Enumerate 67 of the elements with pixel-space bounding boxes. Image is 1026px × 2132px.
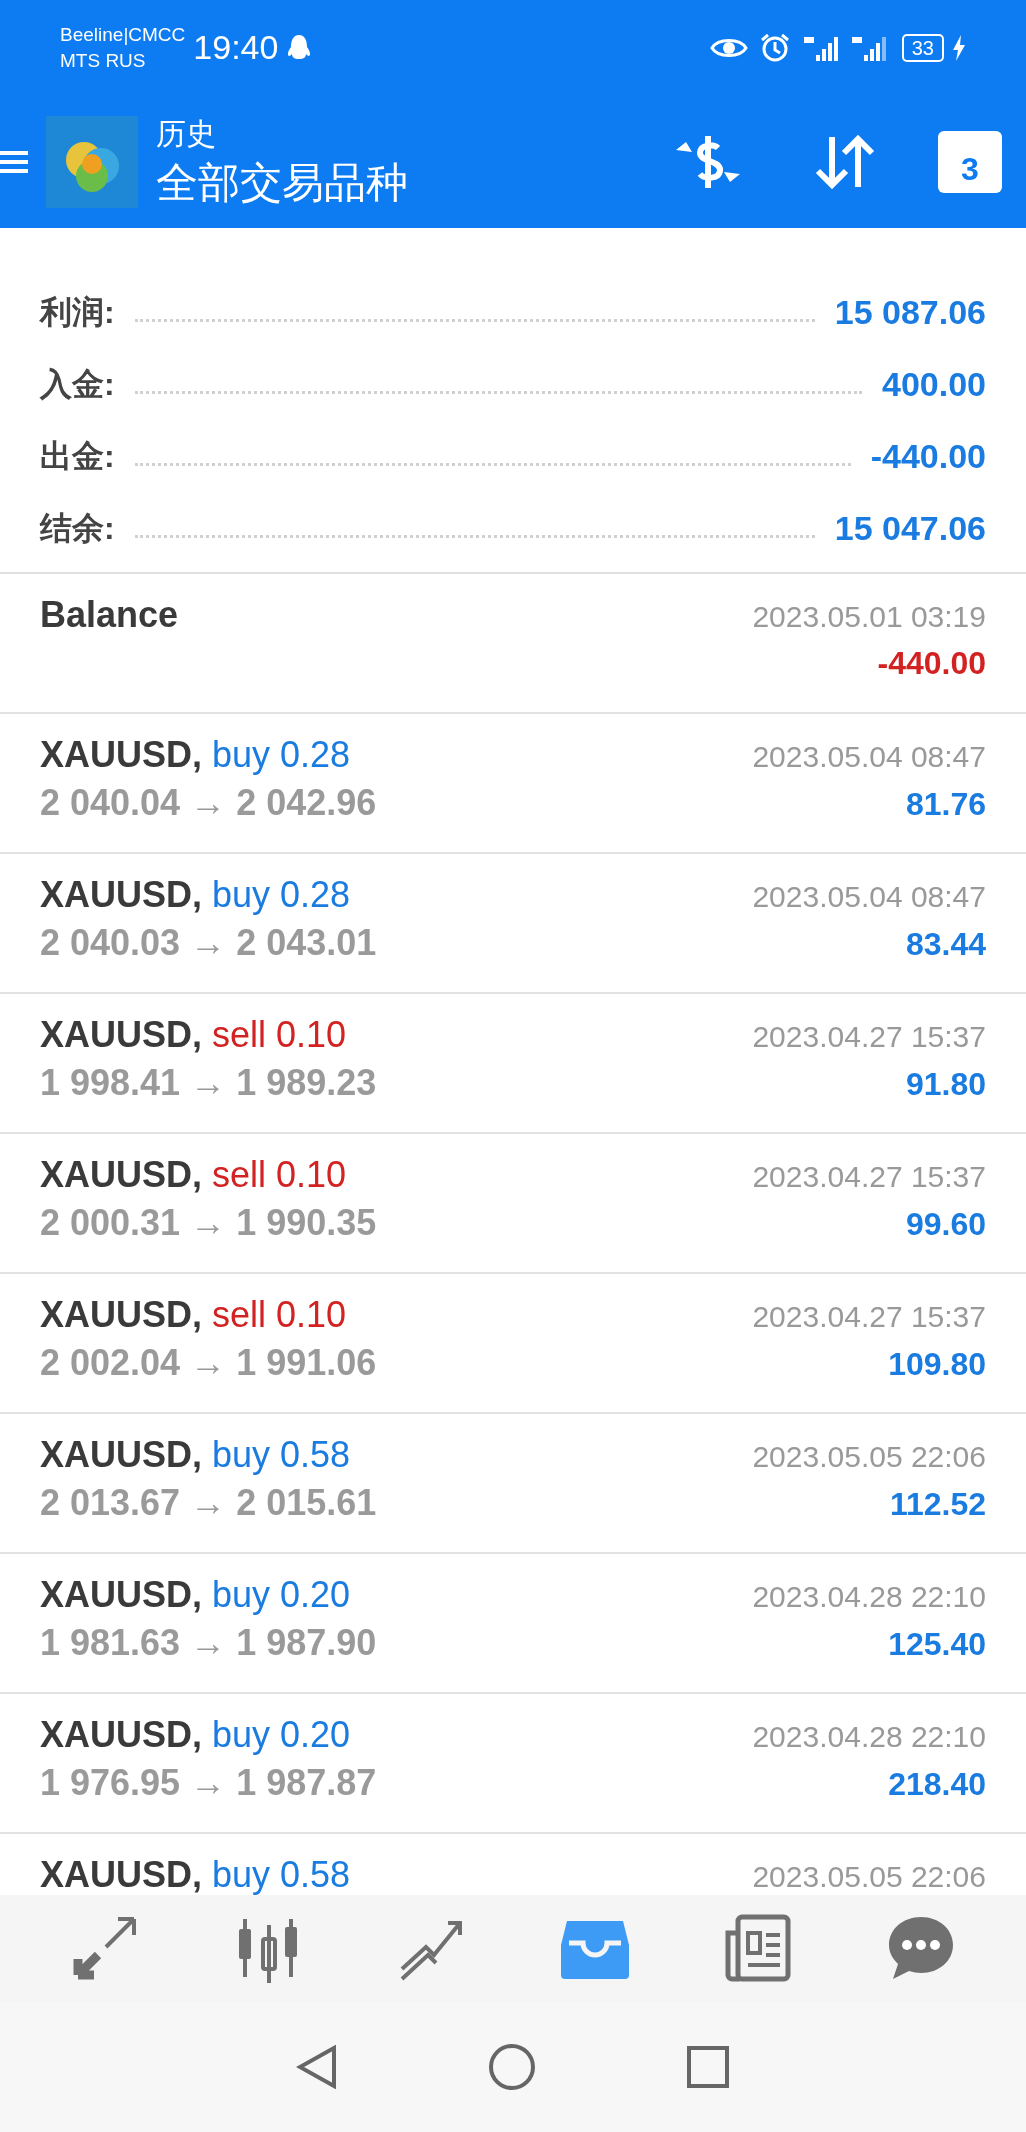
summary-label: 出金: <box>40 437 115 476</box>
deal-profit: 99.60 <box>905 1205 986 1244</box>
deal-time: 2023.04.27 15:37 <box>752 1159 986 1195</box>
deal-profit: -440.00 <box>877 644 986 683</box>
deal-time: 2023.04.28 22:10 <box>752 1579 986 1615</box>
deal-symbol: XAUUSD, <box>40 1713 203 1757</box>
carrier-name: MTS RUS <box>60 48 147 73</box>
deal-symbol: XAUUSD, <box>40 1853 203 1895</box>
deal-profit: 112.52 <box>889 1485 986 1524</box>
deal-time: 2023.05.05 22:06 <box>752 1439 986 1475</box>
summary-value: 15 087.06 <box>834 292 986 333</box>
deal-direction: buy 0.28 <box>212 733 351 777</box>
deal-time: 2023.04.27 15:37 <box>752 1299 986 1335</box>
summary-label: 利润: <box>40 293 115 332</box>
deal-profit: 81.76 <box>905 785 986 824</box>
deal-type: Balance <box>40 593 179 637</box>
deal-time: 2023.05.04 08:47 <box>752 879 986 915</box>
deal-profit: 109.80 <box>888 1345 986 1384</box>
deal-profit: 91.80 <box>905 1065 986 1104</box>
deal-symbol: XAUUSD, <box>40 1573 203 1617</box>
carrier-name: Beeline|CMCC <box>60 22 186 47</box>
deal-direction: sell 0.10 <box>212 1153 347 1197</box>
deal-prices: 1 976.95 → 1 987.87 <box>40 1761 377 1805</box>
summary-value: 15 047.06 <box>834 508 986 549</box>
symbol-filter[interactable]: 全部交易品种 <box>156 154 408 211</box>
charging-icon <box>952 34 966 61</box>
deal-profit: 125.40 <box>888 1625 986 1664</box>
deal-direction: sell 0.10 <box>212 1293 347 1337</box>
summary-label: 入金: <box>40 365 115 404</box>
deal-symbol: XAUUSD, <box>40 733 203 777</box>
deal-direction: buy 0.28 <box>212 873 351 917</box>
deal-time: 2023.05.01 03:19 <box>752 599 986 635</box>
alarm-icon <box>759 32 790 63</box>
deal-symbol: XAUUSD, <box>40 1013 203 1057</box>
deal-prices: 2 040.04 → 2 042.96 <box>40 781 377 825</box>
deal-prices: 2 013.67 → 2 015.61 <box>40 1481 377 1525</box>
back-icon[interactable] <box>296 2045 338 2089</box>
deal-prices: 1 981.63 → 1 987.90 <box>40 1621 377 1665</box>
deal-time: 2023.05.05 22:06 <box>752 1859 986 1895</box>
deal-symbol: XAUUSD, <box>40 1153 203 1197</box>
deal-direction: buy 0.20 <box>212 1713 351 1757</box>
deal-time: 2023.04.27 15:37 <box>752 1019 986 1055</box>
deal-prices: 1 998.41 → 1 989.23 <box>40 1061 377 1105</box>
deal-direction: buy 0.20 <box>212 1573 351 1617</box>
deal-prices: 2 000.31 → 1 990.35 <box>40 1201 377 1245</box>
deal-profit: 83.44 <box>905 925 986 964</box>
clock: 19:40 <box>193 27 279 68</box>
deal-time: 2023.05.04 08:47 <box>752 739 986 775</box>
deal-direction: buy 0.58 <box>212 1433 351 1477</box>
deal-symbol: XAUUSD, <box>40 873 203 917</box>
deal-time: 2023.04.28 22:10 <box>752 1719 986 1755</box>
deal-profit: 218.40 <box>888 1765 986 1804</box>
deal-symbol: XAUUSD, <box>40 1293 203 1337</box>
recent-apps-icon[interactable] <box>686 2045 730 2089</box>
summary-value: 400.00 <box>882 364 986 405</box>
battery-level: 33 <box>901 33 944 62</box>
deal-direction: sell 0.10 <box>212 1013 347 1057</box>
screen-title: 历史 <box>156 115 217 152</box>
deal-prices: 2 002.04 → 1 991.06 <box>40 1341 377 1385</box>
deal-symbol: XAUUSD, <box>40 1433 203 1477</box>
summary-label: 结余: <box>40 509 115 548</box>
deal-direction: buy 0.58 <box>212 1853 351 1895</box>
summary-value: -440.00 <box>870 436 986 477</box>
deal-prices: 2 040.03 → 2 043.01 <box>40 921 377 965</box>
home-icon[interactable] <box>488 2043 536 2091</box>
calendar-button[interactable]: 3 <box>938 130 1002 193</box>
app-logo-icon <box>46 115 138 208</box>
